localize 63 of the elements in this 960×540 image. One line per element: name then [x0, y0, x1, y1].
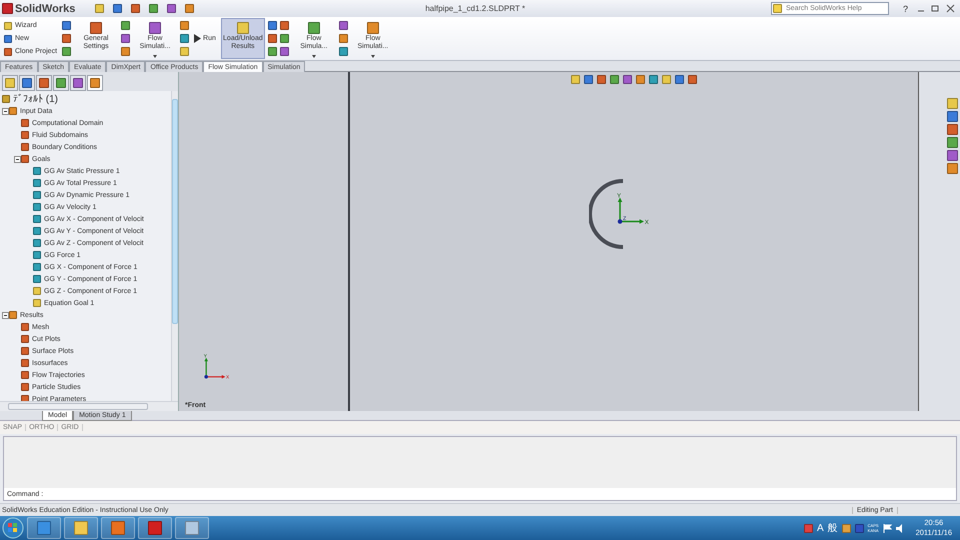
collapse-toggle[interactable] [14, 156, 21, 162]
panel-tab[interactable] [70, 75, 86, 91]
tree-node-icon [21, 155, 29, 163]
tree-node-icon [33, 239, 41, 247]
tree-node-icon [33, 263, 41, 271]
window-controls-icon[interactable] [916, 4, 956, 13]
command-icon [308, 22, 320, 34]
command-icon [366, 22, 379, 34]
tree-node-icon [33, 179, 41, 187]
scrollbar[interactable] [171, 91, 178, 401]
logo-icon [2, 3, 13, 14]
tree-node-icon [21, 335, 29, 343]
tree-node-icon [33, 215, 41, 223]
part-icon [2, 95, 10, 103]
ime-indicator[interactable]: A [816, 522, 824, 534]
tree-node-icon [21, 347, 29, 355]
command-icon [90, 22, 102, 34]
tree-node-icon [21, 383, 29, 391]
panel-tab[interactable] [2, 75, 18, 91]
app-icon [185, 521, 199, 535]
tree-node-icon [21, 143, 29, 151]
panel-tab[interactable] [19, 75, 35, 91]
taskbar-app[interactable] [101, 517, 135, 539]
window-title: halfpipe_1_cd1.2.SLDPRT * [425, 4, 526, 13]
tree-node-icon [33, 275, 41, 283]
tree-node-icon [33, 227, 41, 235]
tree-node-icon [33, 287, 41, 295]
command-icon [236, 22, 249, 34]
tree-node-icon [9, 107, 17, 115]
taskbar-app[interactable] [175, 517, 209, 539]
taskbar-app[interactable] [138, 517, 172, 539]
tree-node-icon [9, 311, 17, 319]
panel-tab[interactable] [87, 75, 103, 91]
app-icon [148, 521, 162, 535]
tree-node-icon [33, 299, 41, 307]
app-icon [111, 521, 125, 535]
taskbar-app[interactable] [64, 517, 98, 539]
tree-node-icon [21, 395, 29, 401]
tree-node-icon [21, 359, 29, 367]
app-icon [37, 521, 51, 535]
ime-indicator[interactable]: 般 [828, 521, 838, 535]
flag-icon[interactable] [882, 524, 892, 532]
tree-node-icon [33, 251, 41, 259]
tree-node-icon [21, 131, 29, 139]
collapse-toggle[interactable] [2, 312, 9, 318]
tree-node-icon [21, 323, 29, 331]
horizontal-scrollbar[interactable] [0, 401, 178, 411]
collapse-toggle[interactable] [2, 108, 9, 114]
app-icon [74, 521, 88, 535]
tree-root[interactable]: ﾃﾞﾌｫﾙﾄ (1) [2, 93, 58, 105]
tree-node-icon [33, 191, 41, 199]
app-logo: SolidWorks [15, 2, 76, 14]
tree-node-icon [33, 167, 41, 175]
panel-tab[interactable] [53, 75, 69, 91]
tree-node-icon [21, 119, 29, 127]
help-button[interactable]: ? [902, 4, 908, 14]
tree-node-icon [21, 371, 29, 379]
play-icon [194, 34, 202, 43]
taskbar-app[interactable] [27, 517, 61, 539]
start-button[interactable] [2, 517, 24, 539]
command-icon [149, 22, 162, 34]
tree-node-icon [33, 203, 41, 211]
panel-tab[interactable] [36, 75, 52, 91]
